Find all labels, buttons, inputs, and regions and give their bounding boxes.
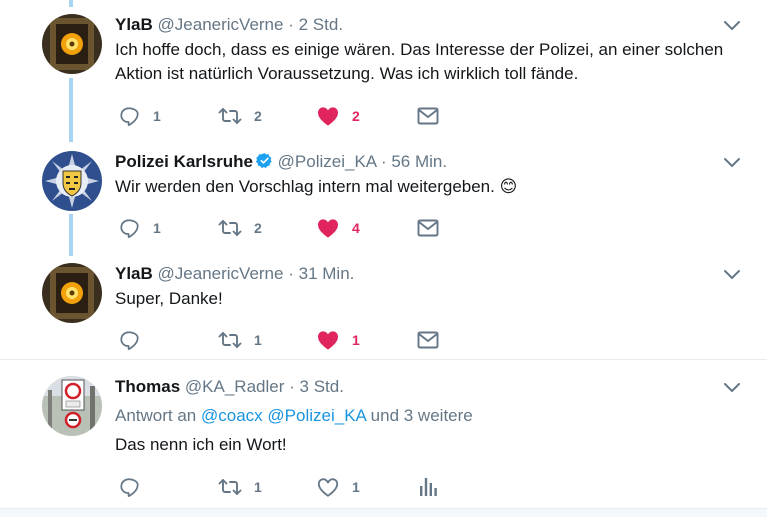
reply-context: Antwort an @coacx @Polizei_KA und 3 weit… [115, 405, 473, 427]
timeline-bottom-edge [0, 508, 767, 517]
retweet-icon [218, 475, 242, 499]
reply-icon [119, 105, 141, 127]
heart-icon [316, 216, 340, 240]
retweet-icon [218, 216, 242, 240]
like-count: 1 [352, 332, 360, 348]
tweet-text: Das nenn ich ein Wort! [115, 435, 287, 454]
timestamp[interactable]: 56 Min. [391, 152, 447, 171]
tweet-header: Polizei Karlsruhe @Polizei_KA · 56 Min. [115, 151, 447, 173]
conversation-divider [0, 359, 767, 360]
reply-count: 1 [153, 220, 161, 236]
mention-link[interactable]: @coacx [201, 406, 263, 425]
envelope-icon [416, 216, 440, 240]
retweet-count: 1 [254, 332, 262, 348]
like-button[interactable]: 1 [316, 328, 360, 352]
separator: · [288, 15, 294, 34]
avatar[interactable] [42, 14, 102, 74]
author-handle[interactable]: @Polizei_KA [278, 152, 377, 171]
timestamp[interactable]: 3 Std. [300, 377, 344, 396]
direct-message-button[interactable] [416, 104, 440, 128]
retweet-button[interactable]: 2 [218, 104, 262, 128]
like-count: 2 [352, 108, 360, 124]
retweet-icon [218, 104, 242, 128]
retweet-button[interactable]: 2 [218, 216, 262, 240]
like-button[interactable]: 2 [316, 104, 360, 128]
tweet[interactable]: Polizei Karlsruhe @Polizei_KA · 56 Min. … [0, 151, 767, 261]
heart-icon [316, 475, 340, 499]
chevron-down-icon[interactable] [722, 267, 742, 283]
envelope-icon [416, 328, 440, 352]
separator: · [380, 152, 387, 171]
reply-suffix[interactable]: und 3 weitere [371, 406, 473, 425]
author-name[interactable]: YlaB [115, 15, 153, 34]
avatar[interactable] [42, 376, 102, 436]
analytics-icon [416, 475, 440, 499]
avatar[interactable] [42, 263, 102, 323]
tweet-header: YlaB @JeanericVerne · 2 Std. [115, 14, 343, 36]
reply-button[interactable] [119, 328, 153, 352]
author-name[interactable]: Polizei Karlsruhe [115, 152, 253, 171]
tweet-header: Thomas @KA_Radler · 3 Std. [115, 376, 344, 398]
like-button[interactable]: 4 [316, 216, 360, 240]
reply-button[interactable]: 1 [119, 216, 161, 240]
mention-link[interactable]: @Polizei_KA [267, 406, 366, 425]
reply-prefix: Antwort an [115, 406, 197, 425]
heart-icon [316, 104, 340, 128]
like-count: 1 [352, 479, 360, 495]
author-handle[interactable]: @JeanericVerne [158, 15, 284, 34]
chevron-down-icon[interactable] [722, 380, 742, 396]
tweet[interactable]: Thomas @KA_Radler · 3 Std. Antwort an @c… [0, 376, 767, 506]
timestamp[interactable]: 2 Std. [299, 15, 343, 34]
reply-icon [119, 476, 141, 498]
tweet-text: Super, Danke! [115, 289, 223, 308]
reply-icon [119, 217, 141, 239]
retweet-icon [218, 328, 242, 352]
separator: · [288, 264, 294, 283]
tweet[interactable]: YlaB @JeanericVerne · 31 Min. Super, Dan… [0, 263, 767, 353]
tweet-actions: 1 1 [115, 475, 475, 499]
retweet-count: 2 [254, 220, 262, 236]
avatar[interactable] [42, 151, 102, 211]
verified-badge-icon [256, 152, 273, 169]
reply-button[interactable]: 1 [119, 104, 161, 128]
separator: · [289, 377, 295, 396]
tweet-actions: 1 2 2 [115, 104, 475, 128]
envelope-icon [416, 104, 440, 128]
tweet-text: Wir werden den Vorschlag intern mal weit… [115, 177, 518, 196]
heart-icon [316, 328, 340, 352]
chevron-down-icon[interactable] [722, 155, 742, 171]
direct-message-button[interactable] [416, 328, 440, 352]
tweet-actions: 1 2 4 [115, 216, 475, 240]
like-count: 4 [352, 220, 360, 236]
author-name[interactable]: YlaB [115, 264, 153, 283]
reply-count: 1 [153, 108, 161, 124]
tweet-header: YlaB @JeanericVerne · 31 Min. [115, 263, 354, 285]
like-button[interactable]: 1 [316, 475, 360, 499]
analytics-button[interactable] [416, 475, 440, 499]
retweet-button[interactable]: 1 [218, 475, 262, 499]
tweet-text: Ich hoffe doch, dass es einige wären. Da… [115, 40, 724, 83]
direct-message-button[interactable] [416, 216, 440, 240]
reply-button[interactable] [119, 475, 153, 499]
retweet-count: 2 [254, 108, 262, 124]
retweet-count: 1 [254, 479, 262, 495]
tweet-actions: 1 1 [115, 328, 475, 352]
author-name[interactable]: Thomas [115, 377, 180, 396]
tweet[interactable]: YlaB @JeanericVerne · 2 Std. Ich hoffe d… [0, 14, 767, 134]
reply-icon [119, 329, 141, 351]
author-handle[interactable]: @JeanericVerne [158, 264, 284, 283]
chevron-down-icon[interactable] [722, 18, 742, 34]
thread-line [69, 0, 73, 7]
retweet-button[interactable]: 1 [218, 328, 262, 352]
author-handle[interactable]: @KA_Radler [185, 377, 284, 396]
timestamp[interactable]: 31 Min. [299, 264, 355, 283]
